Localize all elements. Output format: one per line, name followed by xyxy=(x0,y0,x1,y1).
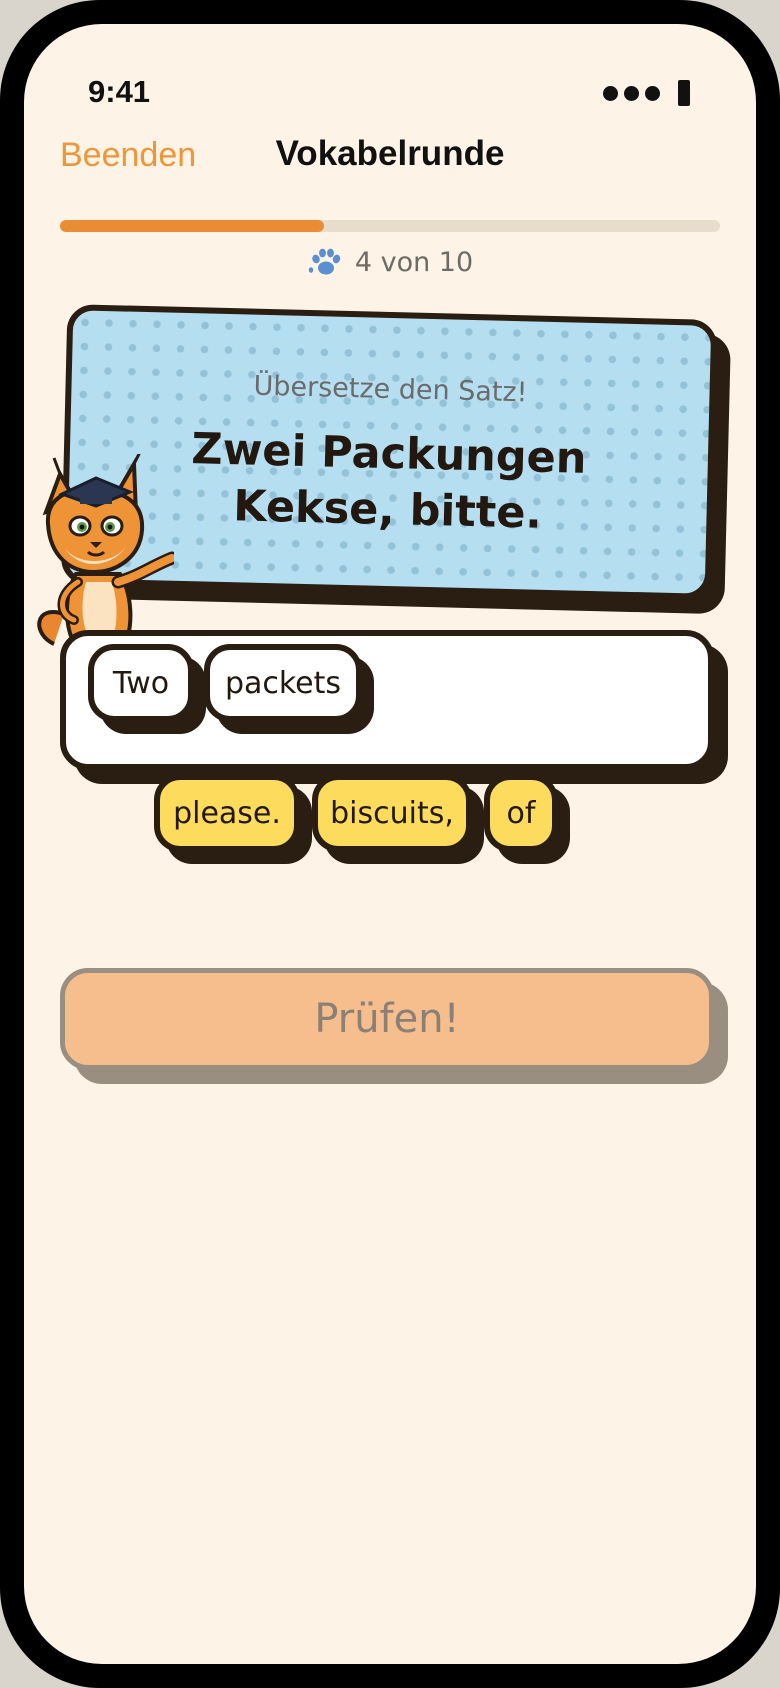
app-screen: 9:41 Beenden Vokabelrunde 4 von 10 Übers… xyxy=(24,24,756,1664)
progress-label: 4 von 10 xyxy=(354,246,474,278)
device-frame: 9:41 Beenden Vokabelrunde 4 von 10 Übers… xyxy=(0,0,780,1688)
check-button[interactable]: Prüfen! xyxy=(60,968,714,1070)
progress-indicator: 4 von 10 xyxy=(24,246,756,278)
battery-icon xyxy=(678,80,690,106)
signal-dot-icon xyxy=(624,85,639,101)
paw-icon xyxy=(308,248,341,275)
page-title: Vokabelrunde xyxy=(275,134,505,173)
answer-word-chip[interactable]: packets xyxy=(204,644,374,734)
word-bank-chip[interactable]: of xyxy=(484,774,570,864)
signal-dot-icon xyxy=(645,85,660,101)
prompt-sentence: Zwei Packungen Kekse, bitte. xyxy=(190,424,588,539)
word-bank-chip[interactable]: please. xyxy=(154,774,312,864)
status-icons xyxy=(603,80,690,106)
prompt-instruction: Übersetze den Satz! xyxy=(253,370,528,409)
progress-bar xyxy=(60,220,720,232)
signal-dot-icon xyxy=(603,85,618,101)
answer-word-chip[interactable]: Two xyxy=(88,644,206,734)
word-bank-chip[interactable]: biscuits, xyxy=(312,774,484,864)
progress-fill xyxy=(60,220,324,232)
status-time: 9:41 xyxy=(88,74,151,109)
